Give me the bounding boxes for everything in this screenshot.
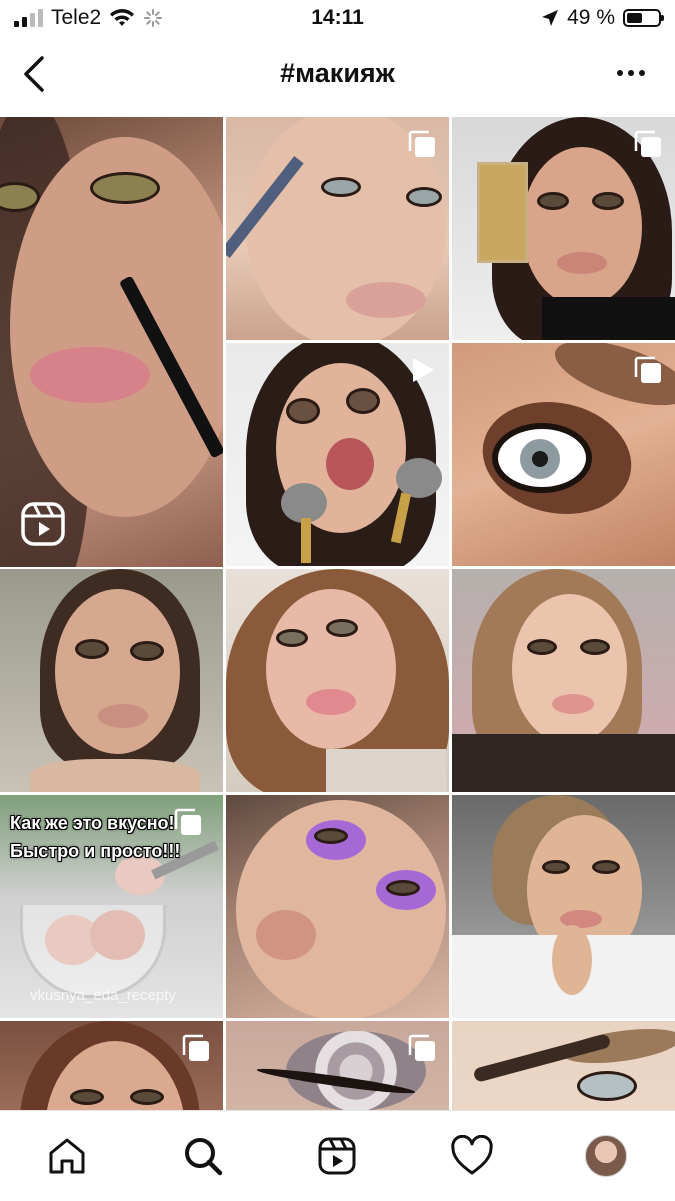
carousel-badge-icon	[182, 1034, 209, 1061]
tab-profile[interactable]	[583, 1133, 629, 1179]
heart-icon	[451, 1135, 493, 1175]
carousel-badge-icon	[408, 130, 435, 157]
post-tile-carousel[interactable]	[0, 1021, 223, 1110]
search-icon	[185, 1138, 223, 1176]
post-tile-reel[interactable]	[0, 117, 223, 567]
battery-icon	[623, 9, 664, 27]
home-icon	[49, 1138, 85, 1174]
tab-home[interactable]	[44, 1133, 90, 1179]
battery-percent: 49 %	[567, 6, 615, 29]
post-tile-carousel[interactable]	[452, 343, 675, 566]
post-tile-carousel[interactable]: Как же это вкусно! Быстро и просто!!! vk…	[0, 795, 223, 1018]
tab-activity[interactable]	[449, 1133, 495, 1179]
caption-line-2: Быстро и просто!!!	[10, 841, 181, 861]
post-tile-video[interactable]	[226, 343, 449, 566]
reels-icon	[318, 1137, 356, 1175]
carousel-badge-icon	[174, 808, 201, 835]
post-tile-photo[interactable]	[452, 1021, 675, 1110]
post-watermark: vkusnya_eda_recepty	[30, 987, 176, 1004]
post-tile-carousel[interactable]	[452, 117, 675, 340]
profile-avatar	[585, 1135, 627, 1177]
bottom-tab-bar	[0, 1110, 675, 1201]
post-tile-carousel[interactable]	[226, 117, 449, 340]
page-title: #макияж	[280, 58, 395, 88]
post-tile-photo[interactable]	[452, 569, 675, 792]
status-right: 49 %	[541, 6, 664, 30]
post-tile-photo[interactable]	[452, 795, 675, 1018]
hashtag-posts-grid: Как же это вкусно! Быстро и просто!!! vk…	[0, 117, 675, 1110]
post-tile-carousel[interactable]	[226, 1021, 449, 1110]
status-bar: Tele2 14:11 49 %	[0, 0, 675, 40]
carousel-badge-icon	[634, 130, 661, 157]
reels-badge-icon	[21, 502, 65, 546]
carousel-badge-icon	[634, 356, 661, 383]
video-play-badge-icon	[413, 358, 434, 382]
carousel-badge-icon	[408, 1034, 435, 1061]
more-options-icon[interactable]	[617, 70, 645, 76]
post-tile-photo[interactable]	[226, 795, 449, 1018]
post-tile-photo[interactable]	[226, 569, 449, 792]
post-tile-photo[interactable]	[0, 569, 223, 792]
location-arrow-icon	[542, 10, 559, 26]
tab-reels[interactable]	[314, 1133, 360, 1179]
tab-search[interactable]	[180, 1133, 226, 1179]
navigation-header: #макияж	[0, 40, 675, 115]
